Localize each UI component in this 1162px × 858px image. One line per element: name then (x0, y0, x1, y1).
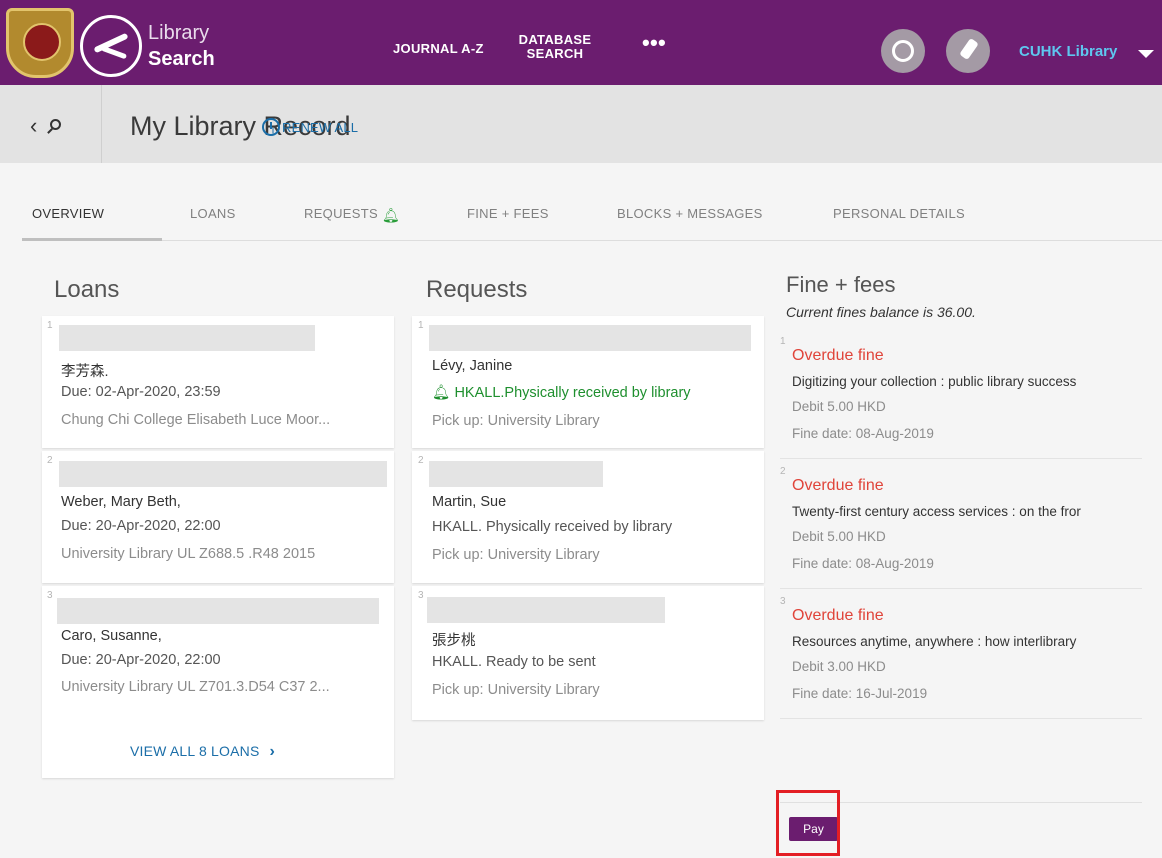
bell-icon: 🔔︎ (381, 206, 400, 223)
renew-all-button[interactable]: RENEW ALL (262, 118, 358, 136)
tab-blocks-messages[interactable]: BLOCKS + MESSAGES (617, 206, 763, 221)
redacted-title (429, 325, 751, 351)
loan-author: Weber, Mary Beth, (61, 494, 181, 510)
tab-requests-label: REQUESTS (304, 206, 378, 221)
account-menu[interactable]: CUHK Library (1019, 43, 1117, 60)
tab-fine-fees[interactable]: FINE + FEES (467, 206, 549, 221)
fine-type: Overdue fine (792, 477, 884, 494)
back-chevron-icon: ‹ (30, 113, 38, 138)
fines-balance: Current fines balance is 36.00. (786, 304, 976, 320)
request-pickup: Pick up: University Library (432, 413, 600, 429)
loan-location: University Library UL Z701.3.D54 C37 2..… (61, 679, 330, 695)
fine-date: Fine date: 08-Aug-2019 (792, 426, 934, 441)
requests-title: Requests (426, 276, 528, 303)
fine-date: Fine date: 08-Aug-2019 (792, 556, 934, 571)
item-number: 1 (418, 320, 424, 331)
fine-title: Twenty-first century access services : o… (792, 504, 1081, 519)
highlight-box (776, 790, 840, 856)
item-number: 1 (780, 336, 786, 347)
item-number: 3 (47, 590, 53, 601)
search-icon (50, 119, 61, 130)
loan-item[interactable]: 1 李芳森. Due: 02-Apr-2020, 23:59 Chung Chi… (42, 316, 394, 448)
loans-title: Loans (54, 276, 120, 303)
request-author: Martin, Sue (432, 494, 507, 510)
loan-location: Chung Chi College Elisabeth Luce Moor... (61, 412, 331, 428)
fine-type: Overdue fine (792, 607, 884, 624)
request-status: HKALL. Physically received by library (432, 519, 673, 535)
active-tab-indicator (22, 238, 162, 241)
item-number: 1 (47, 320, 53, 331)
history-icon[interactable] (881, 29, 925, 73)
loan-due: Due: 02-Apr-2020, 23:59 (61, 384, 221, 400)
fine-title: Digitizing your collection : public libr… (792, 374, 1077, 389)
redacted-title (57, 598, 379, 624)
fine-item[interactable]: 3 Overdue fine Resources anytime, anywhe… (780, 594, 1142, 719)
tab-loans[interactable]: LOANS (190, 206, 236, 221)
nav-database-line2: SEARCH (526, 46, 584, 61)
nav-journal-a-z[interactable]: JOURNAL A-Z (393, 41, 484, 56)
fine-debit: Debit 5.00 HKD (792, 529, 886, 544)
tab-requests[interactable]: REQUESTS 🔔︎ (304, 206, 400, 223)
back-to-search-button[interactable]: ‹ (0, 85, 102, 163)
brand-library[interactable]: Library (148, 22, 209, 45)
fine-title: Resources anytime, anywhere : how interl… (792, 634, 1077, 649)
request-pickup: Pick up: University Library (432, 682, 600, 698)
more-menu-icon[interactable]: ••• (642, 30, 666, 56)
pin-icon[interactable] (946, 29, 990, 73)
fine-item[interactable]: 2 Overdue fine Twenty-first century acce… (780, 464, 1142, 589)
top-header: Library Search JOURNAL A-Z DATABASE SEAR… (0, 0, 1162, 85)
item-number: 3 (780, 596, 786, 607)
tab-personal-details[interactable]: PERSONAL DETAILS (833, 206, 965, 221)
request-author: Lévy, Janine (432, 358, 513, 374)
request-status: 🔔︎ HKALL.Physically received by library (432, 384, 691, 401)
redacted-title (427, 597, 665, 623)
view-all-loans-link[interactable]: VIEW ALL 8 LOANS › (130, 743, 275, 761)
tab-overview[interactable]: OVERVIEW (32, 206, 104, 221)
fines-title: Fine + fees (786, 272, 896, 297)
request-status-text: HKALL.Physically received by library (454, 385, 691, 401)
tab-bar: OVERVIEW LOANS REQUESTS 🔔︎ FINE + FEES BL… (22, 195, 1162, 241)
request-item[interactable]: 1 Lévy, Janine 🔔︎ HKALL.Physically recei… (412, 316, 764, 448)
request-item[interactable]: 2 Martin, Sue HKALL. Physically received… (412, 451, 764, 583)
redacted-title (59, 325, 315, 351)
loan-due: Due: 20-Apr-2020, 22:00 (61, 518, 221, 534)
loan-item[interactable]: 2 Weber, Mary Beth, Due: 20-Apr-2020, 22… (42, 451, 394, 583)
nav-database-search[interactable]: DATABASE SEARCH (510, 33, 600, 61)
item-number: 3 (418, 590, 424, 601)
fine-debit: Debit 5.00 HKD (792, 399, 886, 414)
request-item[interactable]: 3 張步桃 HKALL. Ready to be sent Pick up: U… (412, 586, 764, 720)
item-number: 2 (47, 455, 53, 466)
renew-all-label: RENEW ALL (282, 120, 359, 135)
caret-down-icon[interactable] (1138, 50, 1154, 58)
renew-icon (262, 118, 280, 136)
item-number: 2 (780, 466, 786, 477)
request-author: 張步桃 (432, 633, 476, 649)
fine-debit: Debit 3.00 HKD (792, 659, 886, 674)
nav-database-line1: DATABASE (518, 32, 592, 47)
redacted-title (429, 461, 603, 487)
fine-type: Overdue fine (792, 347, 884, 364)
loan-author: Caro, Susanne, (61, 628, 162, 644)
chevron-right-icon: › (269, 743, 276, 760)
title-bar: ‹ My Library Record (0, 85, 1162, 163)
fine-date: Fine date: 16-Jul-2019 (792, 686, 928, 701)
request-pickup: Pick up: University Library (432, 547, 600, 563)
view-all-loans-label: VIEW ALL 8 LOANS (130, 743, 260, 759)
loan-location: University Library UL Z688.5 .R48 2015 (61, 546, 316, 562)
library-search-logo[interactable] (80, 15, 142, 77)
request-status: HKALL. Ready to be sent (432, 654, 596, 670)
cuhk-crest-logo[interactable] (6, 8, 74, 78)
brand-search[interactable]: Search (148, 48, 215, 71)
loan-due: Due: 20-Apr-2020, 22:00 (61, 652, 221, 668)
loan-author: 李芳森. (61, 364, 109, 380)
bell-icon: 🔔︎ (432, 385, 455, 401)
fine-item[interactable]: 1 Overdue fine Digitizing your collectio… (780, 334, 1142, 459)
redacted-title (59, 461, 387, 487)
item-number: 2 (418, 455, 424, 466)
